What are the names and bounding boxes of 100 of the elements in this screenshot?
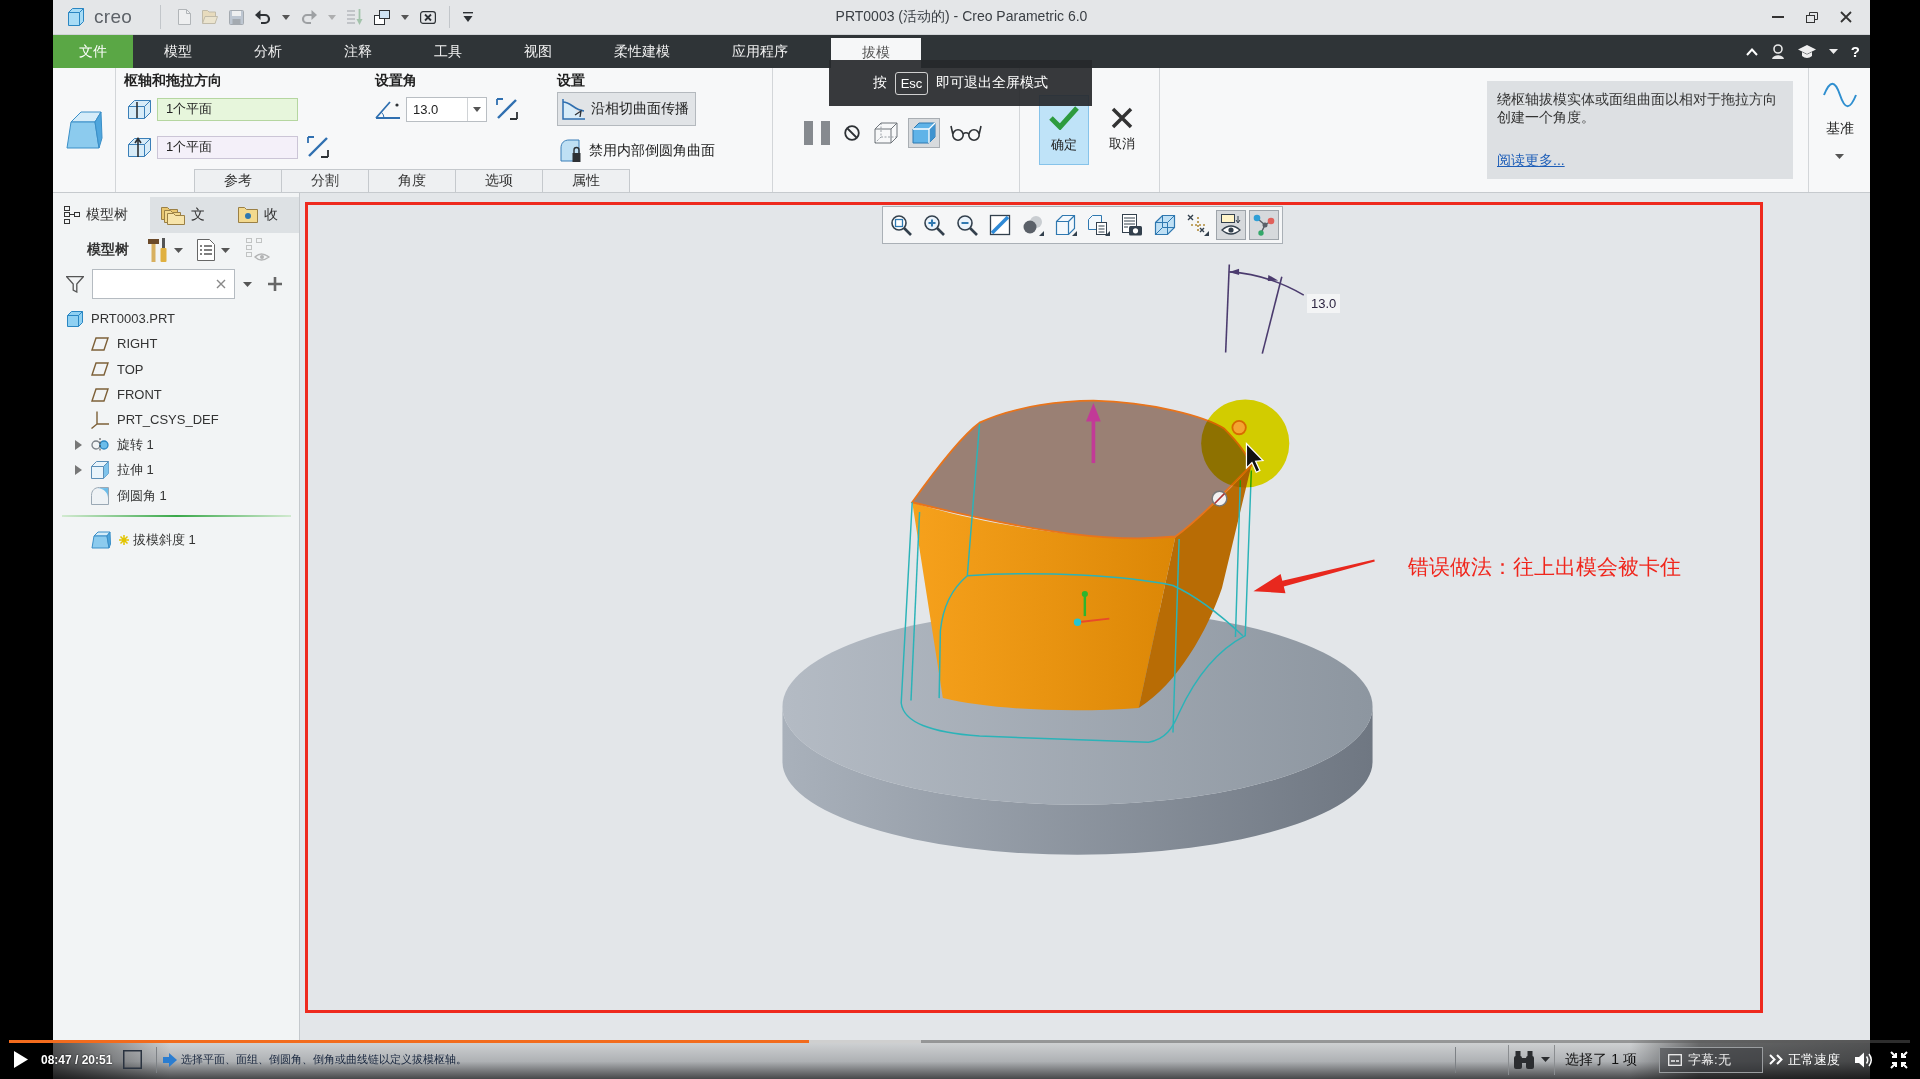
tree-item[interactable]: 拔模斜度 1 <box>133 531 196 549</box>
navigator-tab[interactable]: 文 <box>150 197 227 233</box>
tree-icon <box>64 206 80 224</box>
tree-item[interactable]: 倒圆角 1 <box>117 486 167 505</box>
window-title: PRT0003 (活动的) - Creo Parametric 6.0 <box>835 8 1088 26</box>
tapered-block-icon <box>65 110 103 150</box>
list-page-icon <box>197 239 215 261</box>
overlapping-windows-icon <box>374 9 390 25</box>
subtitles-button[interactable]: 字幕:无 <box>1659 1046 1763 1073</box>
ribbon-tab[interactable]: 分析 <box>223 35 313 68</box>
feature-preview-button[interactable] <box>908 118 940 148</box>
caret-icon <box>282 14 290 20</box>
square-icon <box>123 1050 143 1069</box>
clear-icon <box>216 279 226 289</box>
ribbon-tab[interactable]: 模型 <box>133 35 223 68</box>
annotation-display-button[interactable] <box>1216 210 1246 240</box>
folders-icon <box>161 205 185 225</box>
zoom-in-icon <box>923 214 945 236</box>
dropdown-button[interactable] <box>1828 49 1838 54</box>
volume-button[interactable] <box>1855 1051 1873 1068</box>
cancel-button[interactable]: 取消 <box>1101 95 1143 165</box>
scattered-marks-icon <box>1187 214 1209 236</box>
hint-text: 按 <box>872 74 887 92</box>
panel-tab[interactable]: 选项 <box>455 169 543 192</box>
flip-direction-button[interactable] <box>307 136 329 158</box>
double-chevron-icon <box>1769 1054 1783 1065</box>
flip-arrows-icon <box>307 136 329 158</box>
panel-tab[interactable]: 分割 <box>281 169 369 192</box>
caret-icon <box>221 247 230 253</box>
flip-direction-button[interactable] <box>496 98 518 120</box>
tree-item[interactable]: 旋转 1 <box>117 436 154 455</box>
add-button[interactable] <box>268 277 282 291</box>
search-field[interactable] <box>92 269 235 299</box>
panel-title: 模型树 <box>87 241 129 259</box>
learning-button[interactable] <box>1797 45 1816 58</box>
help-text: 绕枢轴拔模实体或面组曲面以相对于拖拉方向创建一个角度。 <box>1497 90 1778 126</box>
hammer-screwdriver-icon <box>148 238 168 262</box>
navigator-tab[interactable]: 收 <box>227 197 299 233</box>
tree-item[interactable]: 拉伸 1 <box>117 461 154 480</box>
show-button[interactable] <box>197 239 215 261</box>
compress-arrows-icon <box>1890 1050 1908 1069</box>
speed-button[interactable]: 正常速度 <box>1769 1050 1840 1069</box>
ribbon-tab[interactable]: 视图 <box>493 35 583 68</box>
tree-settings-button[interactable] <box>148 238 168 262</box>
angle-combo-box[interactable]: 13.0 <box>406 96 487 122</box>
panel-tab[interactable]: 角度 <box>368 169 456 192</box>
restore-icon <box>1806 11 1818 23</box>
minimize-icon <box>1772 16 1784 18</box>
tree-item[interactable]: PRT0003.PRT <box>91 311 176 327</box>
exit-fullscreen-button[interactable] <box>1890 1050 1908 1069</box>
status-message: 选择平面、面组、倒圆角、倒角或曲线链以定义拔模枢轴。 <box>181 1052 468 1067</box>
ribbon-tab[interactable]: 柔性建模 <box>583 35 701 68</box>
cube-page-icon <box>1088 214 1110 236</box>
help-button[interactable]: ? <box>1850 43 1860 60</box>
tree-item[interactable]: TOP <box>117 361 144 377</box>
dropdown-button[interactable] <box>174 247 183 253</box>
tree-item[interactable]: FRONT <box>117 387 162 403</box>
cube-icon <box>67 310 83 327</box>
play-button[interactable] <box>14 1051 28 1068</box>
search-button[interactable] <box>1770 44 1785 59</box>
ribbon-tab[interactable]: 工具 <box>403 35 493 68</box>
pull-direction-collector[interactable]: 1个平面 <box>157 135 298 159</box>
shaded-block-icon <box>912 122 936 144</box>
tangent-curve-icon <box>562 98 586 120</box>
axes-icon <box>91 410 109 429</box>
panel-tab[interactable]: 属性 <box>542 169 630 192</box>
dropdown-button[interactable] <box>221 247 230 253</box>
read-more-link[interactable]: 阅读更多... <box>1497 152 1565 170</box>
redo-icon <box>301 9 317 25</box>
progress-track[interactable] <box>9 1040 1910 1043</box>
time-display: 08:47 / 20:51 <box>41 1052 113 1067</box>
tree-item[interactable]: PRT_CSYS_DEF <box>117 412 219 428</box>
document-icon <box>178 9 191 25</box>
eye-box-icon <box>1220 214 1242 236</box>
caret-icon <box>401 14 409 20</box>
collapse-ribbon-button[interactable] <box>1745 47 1758 56</box>
propagate-toggle-button[interactable]: 沿相切曲面传播 <box>557 92 696 126</box>
navigator-tab[interactable]: 模型树 <box>53 197 150 233</box>
block-arrow-icon <box>128 136 152 158</box>
spin-center-button[interactable] <box>1249 210 1279 240</box>
tree-item[interactable]: RIGHT <box>117 336 158 352</box>
app-logo: creo <box>94 6 133 28</box>
chevron-up-icon <box>1745 47 1758 56</box>
cube-icon <box>1055 214 1077 236</box>
tree-eye-icon <box>246 238 270 262</box>
list-arrows-icon <box>347 9 363 25</box>
find-button[interactable] <box>1508 1044 1556 1075</box>
pivot-collector[interactable]: 1个平面 <box>157 97 298 121</box>
wire-block-icon <box>874 122 898 144</box>
ribbon-tab[interactable]: 注释 <box>313 35 403 68</box>
exclude-rounds-button[interactable]: 禁用内部倒圆角曲面 <box>557 134 722 168</box>
speaker-icon <box>1855 1051 1873 1068</box>
hint-text: 即可退出全屏模式 <box>936 74 1049 92</box>
dropdown-button[interactable] <box>243 281 252 287</box>
folder-icon <box>202 10 218 24</box>
panel-tab[interactable]: 参考 <box>194 169 282 192</box>
undo-icon <box>255 9 271 25</box>
wire-cube-icon <box>1154 214 1176 236</box>
ribbon-tab[interactable]: 应用程序 <box>701 35 819 68</box>
flip-arrows-icon <box>496 98 518 120</box>
